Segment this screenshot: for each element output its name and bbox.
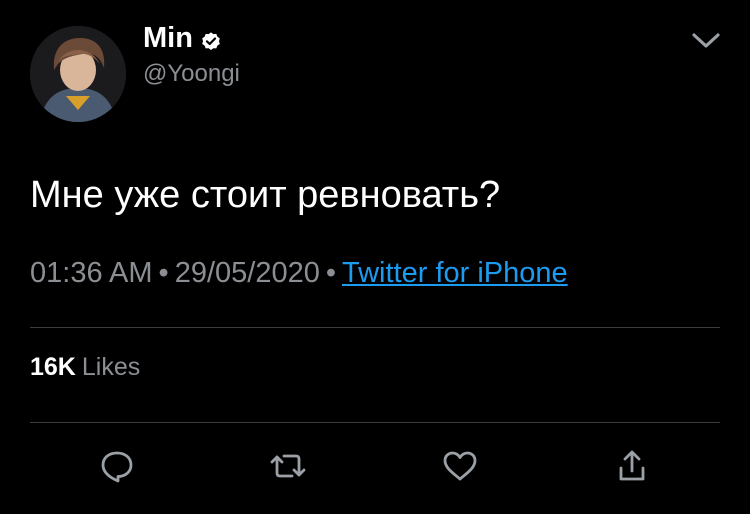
likes-label: Likes bbox=[81, 353, 141, 381]
tweet-source-link[interactable]: Twitter for iPhone bbox=[342, 257, 568, 289]
like-button[interactable] bbox=[440, 446, 480, 486]
verified-badge-icon bbox=[202, 32, 220, 50]
meta-separator: • bbox=[325, 257, 336, 289]
retweet-button[interactable] bbox=[268, 446, 308, 486]
divider bbox=[30, 422, 720, 423]
heart-icon bbox=[443, 451, 477, 481]
display-name[interactable]: Min bbox=[143, 22, 193, 55]
avatar-image bbox=[30, 26, 126, 122]
reply-button[interactable] bbox=[97, 446, 137, 486]
tweet-text: Мне уже стоит ревновать? bbox=[30, 174, 501, 216]
divider bbox=[30, 327, 720, 328]
likes-count: 16K bbox=[30, 353, 76, 381]
retweet-icon bbox=[270, 454, 306, 478]
meta-separator: • bbox=[158, 257, 169, 289]
tweet-time: 01:36 AM bbox=[30, 257, 153, 289]
tweet-date: 29/05/2020 bbox=[174, 257, 320, 289]
share-button[interactable] bbox=[612, 446, 652, 486]
tweet-meta: 01:36 AM • 29/05/2020 • Twitter for iPhone bbox=[30, 257, 568, 290]
share-icon bbox=[619, 450, 645, 481]
reply-icon bbox=[101, 451, 133, 483]
chevron-down-icon[interactable] bbox=[690, 30, 722, 52]
avatar[interactable] bbox=[30, 26, 126, 122]
likes-stat[interactable]: 16K Likes bbox=[30, 353, 140, 382]
author-handle[interactable]: @Yoongi bbox=[143, 60, 240, 88]
